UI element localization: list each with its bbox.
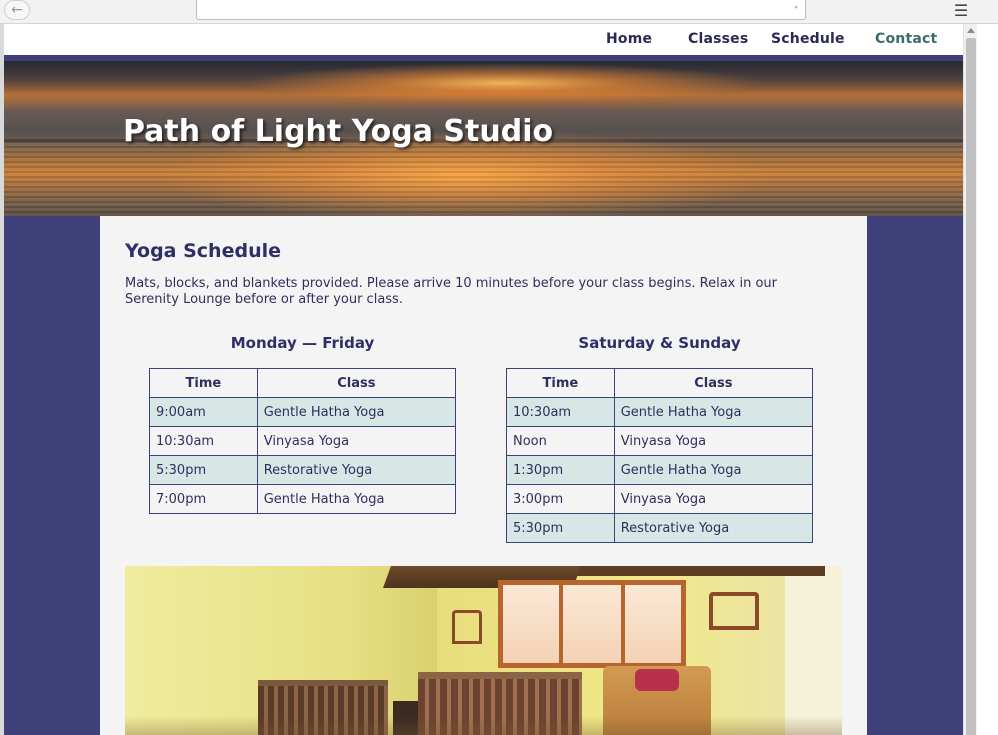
table-row: Noon Vinyasa Yoga — [506, 426, 814, 456]
table-row: 3:00pm Vinyasa Yoga — [506, 484, 814, 514]
photo-pillow — [635, 669, 679, 691]
scrollbar-thumb[interactable] — [966, 38, 976, 735]
sunset-glow — [244, 63, 764, 103]
class-cell: Vinyasa Yoga — [256, 426, 457, 456]
nav-contact-link[interactable]: Contact — [875, 31, 937, 47]
table-row: 10:30am Vinyasa Yoga — [149, 426, 457, 456]
table-header-class: Class — [256, 368, 457, 398]
weekend-schedule-table: Time Class 10:30am Gentle Hatha Yoga Noo… — [506, 368, 814, 543]
nav-schedule-link[interactable]: Schedule — [771, 31, 845, 47]
time-cell: 10:30am — [506, 397, 615, 427]
photo-wall-far — [785, 566, 842, 735]
photo-window — [498, 580, 686, 668]
table-row: 9:00am Gentle Hatha Yoga — [149, 397, 457, 427]
dropdown-icon[interactable]: ⋆ — [793, 3, 799, 13]
intro-text: Mats, blocks, and blankets provided. Ple… — [125, 276, 778, 307]
class-cell: Gentle Hatha Yoga — [256, 397, 457, 427]
table-header-time: Time — [506, 368, 615, 398]
class-cell: Gentle Hatha Yoga — [256, 484, 457, 514]
table-header-time: Time — [149, 368, 258, 398]
wall-mirror — [709, 592, 759, 630]
site-title: Path of Light Yoga Studio — [123, 114, 554, 149]
class-cell: Vinyasa Yoga — [613, 484, 814, 514]
class-cell: Restorative Yoga — [613, 513, 814, 543]
window-mullion — [559, 585, 563, 663]
table-header-class: Class — [613, 368, 814, 398]
address-bar[interactable]: ⋆ — [196, 0, 806, 20]
table-row: 7:00pm Gentle Hatha Yoga — [149, 484, 457, 514]
main-content: Yoga Schedule Mats, blocks, and blankets… — [100, 216, 867, 735]
time-cell: 9:00am — [149, 397, 258, 427]
browser-toolbar: ← ⋆ ☰ — [0, 0, 998, 24]
window-gutter — [977, 24, 998, 735]
class-cell: Vinyasa Yoga — [613, 426, 814, 456]
weekday-schedule-table: Time Class 9:00am Gentle Hatha Yoga 10:3… — [149, 368, 457, 514]
water-ripples — [4, 141, 963, 216]
back-arrow-icon[interactable]: ← — [4, 0, 30, 20]
page-viewport: Home Classes Schedule Contact Path of Li… — [4, 24, 963, 735]
nav-home-link[interactable]: Home — [606, 31, 652, 47]
page-heading: Yoga Schedule — [125, 240, 281, 262]
hero-banner: Path of Light Yoga Studio — [4, 61, 963, 216]
studio-room-photo — [125, 566, 842, 735]
table-row: 10:30am Gentle Hatha Yoga — [506, 397, 814, 427]
photo-floor — [125, 716, 842, 735]
class-cell: Restorative Yoga — [256, 455, 457, 485]
time-cell: 7:00pm — [149, 484, 258, 514]
hamburger-menu-icon[interactable]: ☰ — [946, 0, 976, 20]
table-row: 1:30pm Gentle Hatha Yoga — [506, 455, 814, 485]
scroll-up-icon[interactable] — [967, 28, 975, 33]
time-cell: 1:30pm — [506, 455, 615, 485]
class-cell: Gentle Hatha Yoga — [613, 397, 814, 427]
vertical-scrollbar[interactable] — [963, 24, 977, 735]
wall-mirror — [452, 610, 482, 644]
main-nav: Home Classes Schedule Contact — [4, 24, 963, 58]
window-mullion — [621, 585, 625, 663]
time-cell: 3:00pm — [506, 484, 615, 514]
time-cell: 5:30pm — [506, 513, 615, 543]
time-cell: 10:30am — [149, 426, 258, 456]
time-cell: 5:30pm — [149, 455, 258, 485]
nav-classes-link[interactable]: Classes — [688, 31, 748, 47]
table-row: 5:30pm Restorative Yoga — [506, 513, 814, 543]
weekend-heading: Saturday & Sunday — [578, 334, 741, 352]
class-cell: Gentle Hatha Yoga — [613, 455, 814, 485]
weekday-heading: Monday — Friday — [230, 334, 375, 352]
table-row: 5:30pm Restorative Yoga — [149, 455, 457, 485]
time-cell: Noon — [506, 426, 615, 456]
